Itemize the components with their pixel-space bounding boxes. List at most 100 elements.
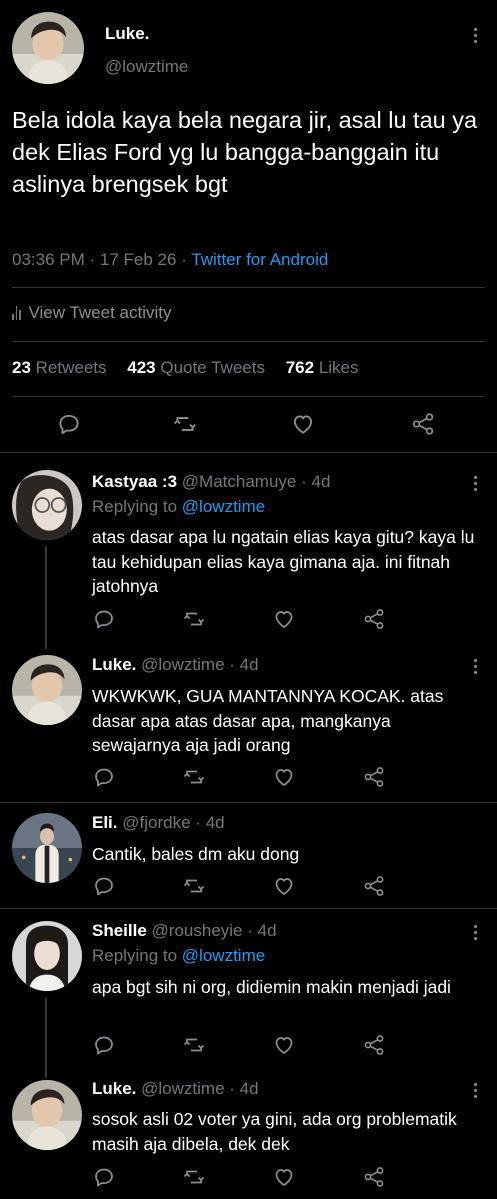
divider	[0, 802, 497, 803]
avatar[interactable]	[12, 470, 82, 540]
reply-icon[interactable]	[56, 411, 82, 437]
meta-separator: ·	[195, 813, 201, 832]
avatar[interactable]	[12, 921, 82, 991]
retweets-count: 23	[12, 358, 31, 377]
reply-text: atas dasar apa lu ngatain elias kaya git…	[92, 527, 475, 596]
view-activity-label: View Tweet activity	[28, 303, 172, 322]
avatar[interactable]	[12, 813, 82, 883]
replying-to: Replying to @lowztime	[92, 497, 265, 517]
meta-separator: ·	[301, 472, 307, 491]
meta-separator: ·	[89, 250, 96, 269]
divider	[12, 341, 485, 342]
avatar[interactable]	[12, 12, 84, 84]
reply-age: 4d	[239, 1079, 259, 1098]
retweet-icon[interactable]	[182, 1165, 206, 1189]
meta-separator: ·	[247, 921, 253, 940]
reply-author-name[interactable]: Luke.	[92, 1079, 136, 1098]
view-activity-button[interactable]: View Tweet activity	[12, 303, 172, 323]
avatar[interactable]	[12, 1080, 82, 1150]
more-vertical-icon[interactable]	[474, 1083, 478, 1101]
reply-age: 4d	[257, 921, 277, 940]
reply-author-handle[interactable]: @fjordke	[122, 813, 190, 832]
heart-icon[interactable]	[272, 607, 296, 631]
reply-author-name[interactable]: Eli.	[92, 813, 118, 832]
tweet-time: 03:36 PM	[12, 250, 85, 269]
author-handle[interactable]: @lowztime	[105, 57, 188, 77]
replying-prefix: Replying to	[92, 497, 178, 516]
tweet-meta: 03:36 PM · 17 Feb 26 · Twitter for Andro…	[12, 250, 328, 270]
reply-author-name[interactable]: Luke.	[92, 655, 136, 674]
reply-header: Eli. @fjordke · 4d	[92, 813, 225, 833]
reply-author-handle[interactable]: @Matchamuye	[182, 472, 297, 491]
likes-count: 762	[285, 358, 315, 377]
more-vertical-icon[interactable]	[474, 28, 478, 46]
reply-icon[interactable]	[92, 1033, 116, 1057]
more-vertical-icon[interactable]	[474, 925, 478, 943]
reply-icon[interactable]	[92, 607, 116, 631]
thread-line	[45, 998, 47, 1078]
share-icon[interactable]	[362, 607, 386, 631]
retweet-icon[interactable]	[182, 874, 206, 898]
heart-icon[interactable]	[290, 411, 316, 437]
reply-author-handle[interactable]: @lowztime	[141, 655, 224, 674]
tweet-source-link[interactable]: Twitter for Android	[191, 250, 328, 269]
quotes-label: Quote Tweets	[160, 358, 265, 377]
heart-icon[interactable]	[272, 765, 296, 789]
replying-prefix: Replying to	[92, 946, 178, 965]
retweet-icon[interactable]	[172, 411, 198, 437]
divider	[0, 452, 497, 453]
divider	[12, 287, 485, 288]
heart-icon[interactable]	[272, 1033, 296, 1057]
reply-age: 4d	[205, 813, 225, 832]
reply-header: Luke. @lowztime · 4d	[92, 1079, 259, 1099]
divider	[0, 908, 497, 909]
meta-separator: ·	[229, 655, 235, 674]
retweets-label: Retweets	[35, 358, 107, 377]
reply-text: sosok asli 02 voter ya gini, ada org pro…	[92, 1109, 457, 1154]
share-icon[interactable]	[362, 874, 386, 898]
reply-text: apa bgt sih ni org, didiemin makin menja…	[92, 977, 451, 997]
share-icon[interactable]	[410, 411, 436, 437]
author-name[interactable]: Luke.	[105, 24, 149, 44]
reply-header: Kastyaa :3 @Matchamuye · 4d	[92, 472, 330, 492]
retweet-icon[interactable]	[182, 1033, 206, 1057]
replying-to: Replying to @lowztime	[92, 946, 265, 966]
meta-separator: ·	[181, 250, 187, 269]
reply-age: 4d	[239, 655, 259, 674]
reply-icon[interactable]	[92, 1165, 116, 1189]
avatar[interactable]	[12, 655, 82, 725]
heart-icon[interactable]	[272, 1165, 296, 1189]
reply-icon[interactable]	[92, 765, 116, 789]
reply-header: Luke. @lowztime · 4d	[92, 655, 259, 675]
likes-stat[interactable]: 762 Likes	[286, 358, 359, 377]
quotes-stat[interactable]: 423 Quote Tweets	[127, 358, 265, 377]
reply-icon[interactable]	[92, 874, 116, 898]
reply-text: WKWKWK, GUA MANTANNYA KOCAK. atas dasar …	[92, 686, 444, 755]
tweet-date: 17 Feb 26	[99, 250, 177, 269]
likes-label: Likes	[318, 358, 359, 377]
reply-author-name[interactable]: Sheille	[92, 921, 147, 940]
retweet-icon[interactable]	[182, 765, 206, 789]
retweets-stat[interactable]: 23 Retweets	[12, 358, 107, 377]
share-icon[interactable]	[362, 765, 386, 789]
share-icon[interactable]	[362, 1033, 386, 1057]
reply-author-handle[interactable]: @lowztime	[141, 1079, 224, 1098]
heart-icon[interactable]	[272, 874, 296, 898]
analytics-icon	[12, 306, 21, 320]
tweet-text: Bela idola kaya bela negara jir, asal lu…	[12, 107, 478, 197]
replying-to-link[interactable]: @lowztime	[182, 497, 265, 516]
reply-author-handle[interactable]: @rousheyie	[152, 921, 243, 940]
retweet-icon[interactable]	[182, 607, 206, 631]
divider	[12, 396, 485, 397]
more-vertical-icon[interactable]	[474, 659, 478, 677]
more-vertical-icon[interactable]	[474, 476, 478, 494]
reply-author-name[interactable]: Kastyaa :3	[92, 472, 177, 491]
reply-header: Sheille @rousheyie · 4d	[92, 921, 277, 941]
quotes-count: 423	[127, 358, 156, 377]
reply-text: Cantik, bales dm aku dong	[92, 844, 300, 864]
thread-line	[45, 546, 47, 649]
share-icon[interactable]	[362, 1165, 386, 1189]
tweet-stats: 23 Retweets 423 Quote Tweets 762 Likes	[12, 358, 359, 378]
replying-to-link[interactable]: @lowztime	[182, 946, 265, 965]
reply-age: 4d	[311, 472, 331, 491]
